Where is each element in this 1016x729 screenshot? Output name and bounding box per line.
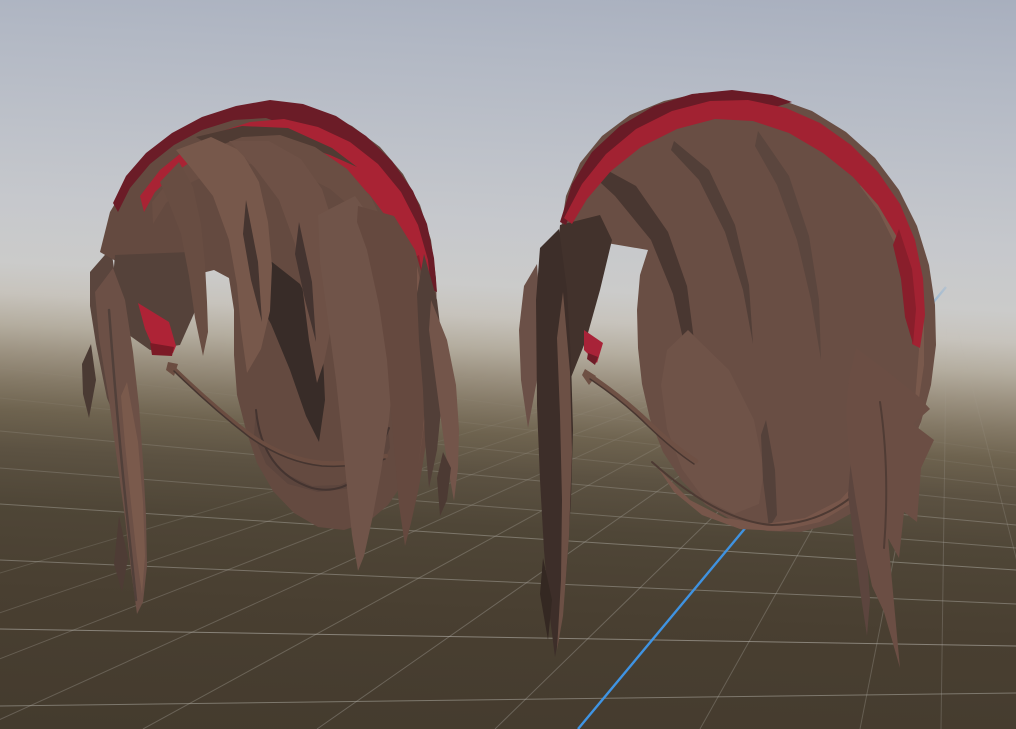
hair-model-right[interactable] bbox=[519, 90, 936, 668]
viewport-3d[interactable] bbox=[0, 0, 1016, 729]
screenshot-root bbox=[0, 0, 1016, 729]
scene-svg bbox=[0, 0, 1016, 729]
